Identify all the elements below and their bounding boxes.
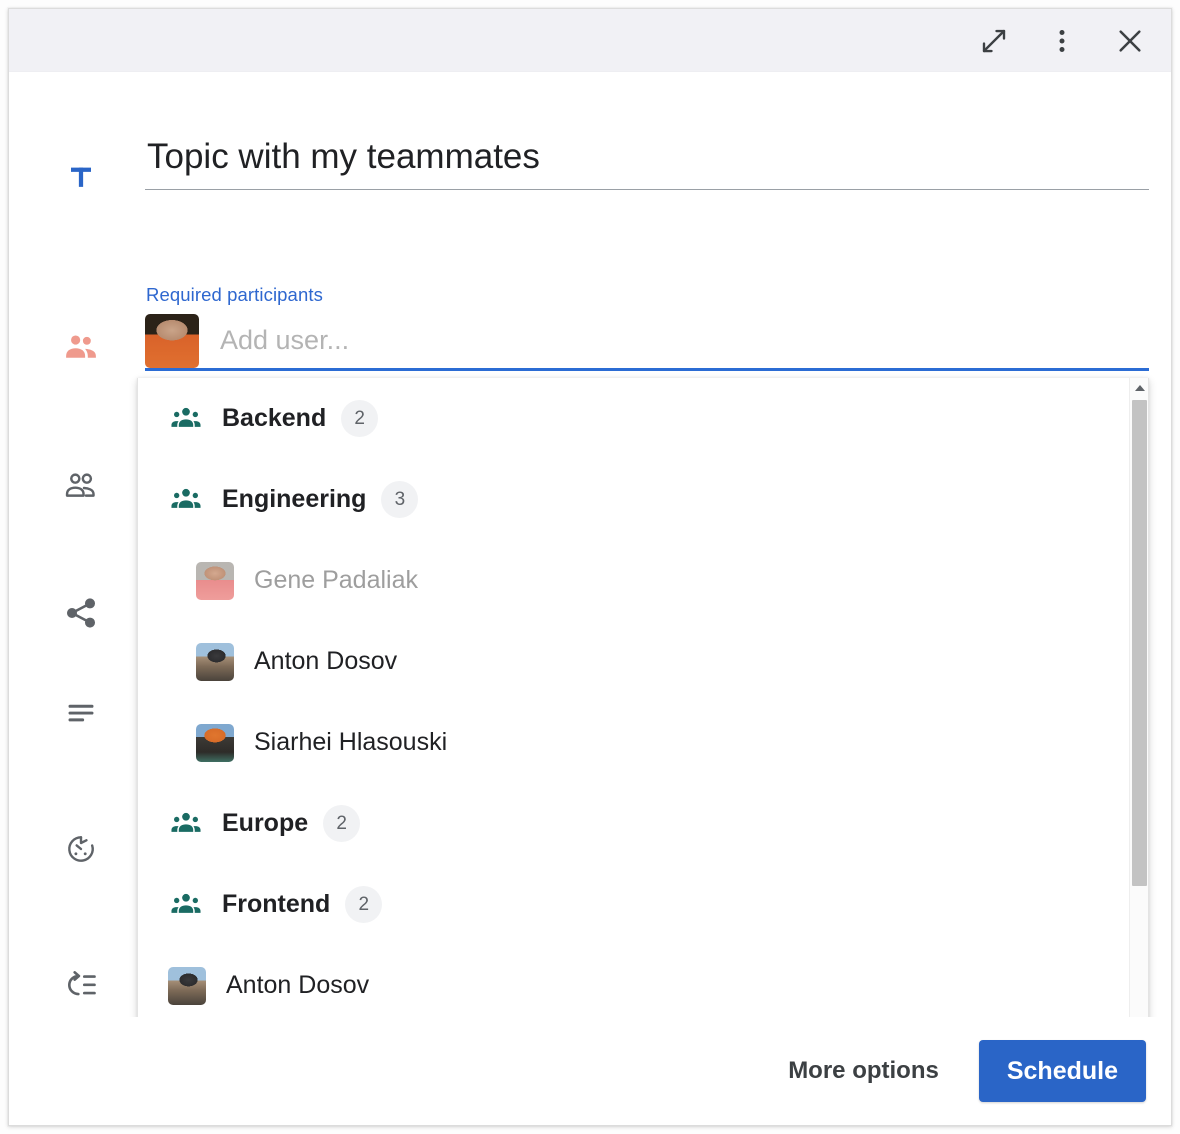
group-member-count: 2 (345, 886, 383, 923)
dropdown-group-row[interactable]: Frontend 2 (138, 864, 1129, 945)
group-member-count: 3 (381, 481, 419, 518)
dropdown-member-row: Gene Padaliak (138, 540, 1129, 621)
member-name: Gene Padaliak (254, 566, 419, 594)
icon-rail (9, 72, 137, 1125)
dropdown-scrollbar[interactable] (1129, 378, 1148, 1045)
optional-participants-icon[interactable] (59, 463, 103, 507)
group-icon (170, 484, 202, 516)
close-icon[interactable] (1109, 20, 1151, 62)
title-field-row (145, 137, 1149, 191)
more-actions-icon[interactable] (1041, 20, 1083, 62)
required-participants-icon[interactable] (59, 325, 103, 369)
share-icon[interactable] (59, 591, 103, 635)
schedule-button[interactable]: Schedule (978, 1040, 1146, 1102)
avatar (196, 642, 234, 681)
add-user-input[interactable] (199, 324, 1149, 357)
app-root: Required participants Backend 2 Engineerin… (0, 0, 1180, 1134)
dialog-footer: More options Schedule (9, 1017, 1171, 1125)
add-user-field[interactable] (145, 313, 1149, 371)
dialog-titlebar (9, 9, 1171, 72)
group-member-count: 2 (341, 400, 379, 437)
dialog-body: Required participants Backend 2 Engineerin… (9, 72, 1171, 1125)
member-name: Anton Dosov (254, 647, 398, 675)
dropdown-group-row[interactable]: Backend 2 (138, 378, 1129, 459)
duration-icon[interactable] (59, 827, 103, 871)
group-icon (170, 403, 202, 435)
dropdown-group-row[interactable]: Engineering 3 (138, 459, 1129, 540)
schedule-dialog-window: Required participants Backend 2 Engineerin… (8, 8, 1172, 1126)
title-icon (59, 155, 103, 199)
avatar (196, 723, 234, 762)
avatar (196, 561, 234, 600)
recurrence-icon[interactable] (59, 963, 103, 1007)
group-label: Europe (222, 809, 309, 837)
member-name: Anton Dosov (226, 971, 370, 999)
dropdown-group-row[interactable]: Europe 2 (138, 783, 1129, 864)
current-user-avatar (145, 313, 199, 368)
group-label: Backend (222, 404, 327, 432)
group-label: Frontend (222, 890, 331, 918)
scroll-up-arrow-icon[interactable] (1130, 378, 1148, 397)
group-label: Engineering (222, 485, 367, 513)
expand-icon[interactable] (973, 20, 1015, 62)
description-icon[interactable] (59, 691, 103, 735)
dropdown-member-row[interactable]: Anton Dosov (138, 945, 1129, 1026)
scrollbar-thumb[interactable] (1132, 400, 1147, 886)
dropdown-member-row[interactable]: Siarhei Hlasouski (138, 702, 1129, 783)
titlebar-actions (973, 9, 1151, 72)
avatar (168, 966, 206, 1005)
dropdown-member-row[interactable]: Anton Dosov (138, 621, 1129, 702)
group-icon (170, 808, 202, 840)
member-name: Siarhei Hlasouski (254, 728, 448, 756)
suggestions-list[interactable]: Backend 2 Engineering 3 Gene Padaliak Anton D… (138, 378, 1129, 1045)
more-options-button[interactable]: More options (776, 1049, 951, 1093)
group-icon (170, 889, 202, 921)
required-participants-label: Required participants (146, 284, 323, 305)
user-suggestions-dropdown: Backend 2 Engineering 3 Gene Padaliak Anton D… (137, 378, 1149, 1046)
group-member-count: 2 (323, 805, 361, 842)
title-input[interactable] (145, 137, 1149, 191)
